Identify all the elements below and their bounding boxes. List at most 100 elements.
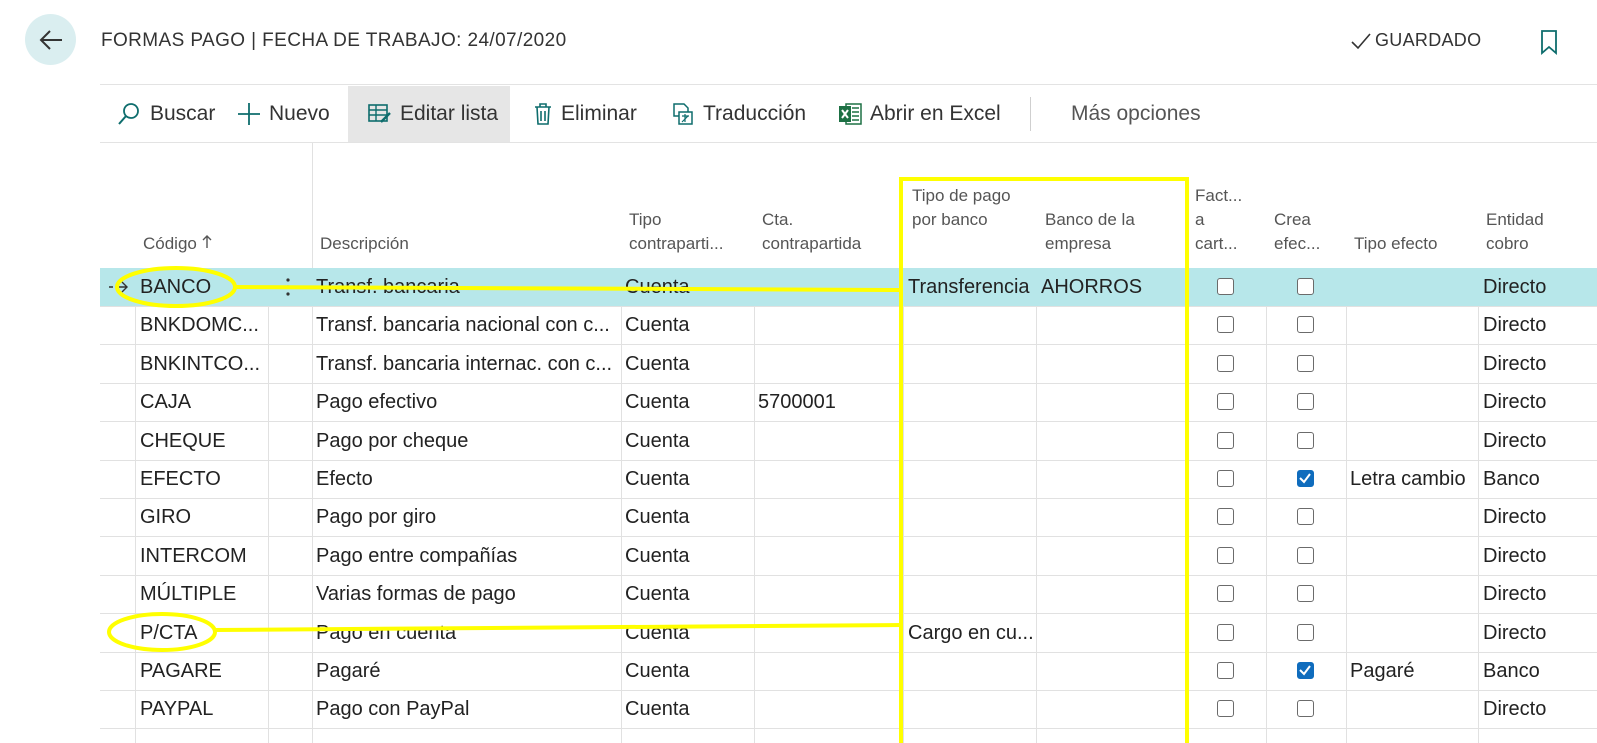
bookmark-button[interactable] <box>1540 29 1558 60</box>
crea-efectos-checkbox-checked[interactable] <box>1297 662 1314 679</box>
cell-tipo-contrapartida[interactable]: Cuenta <box>625 345 750 383</box>
cell-tipo-pago-banco[interactable] <box>908 537 1036 575</box>
cell-cta-contrapartida[interactable] <box>758 345 898 383</box>
cell-codigo[interactable]: CAJA <box>140 383 265 421</box>
cell-codigo[interactable]: PAYPAL <box>140 690 265 728</box>
cell-descripcion[interactable]: Transf. bancaria nacional con c... <box>316 306 616 344</box>
cell-entidad-cobro[interactable]: Directo <box>1483 268 1593 306</box>
cell-tipo-efecto[interactable] <box>1350 422 1475 460</box>
new-button[interactable]: Nuevo <box>237 86 330 142</box>
cell-banco-empresa[interactable] <box>1041 537 1181 575</box>
cell-entidad-cobro[interactable]: Directo <box>1483 614 1593 652</box>
crea-efectos-checkbox[interactable] <box>1297 508 1314 526</box>
cell-descripcion[interactable]: Efecto <box>316 460 616 498</box>
cell-tipo-contrapartida[interactable]: Cuenta <box>625 306 750 344</box>
cell-entidad-cobro[interactable]: Directo <box>1483 690 1593 728</box>
cell-tipo-pago-banco[interactable] <box>908 422 1036 460</box>
cell-codigo[interactable]: GIRO <box>140 498 265 536</box>
cell-banco-empresa[interactable] <box>1041 383 1181 421</box>
cell-banco-empresa[interactable] <box>1041 306 1181 344</box>
cell-tipo-pago-banco[interactable]: Cargo en cu... <box>908 614 1036 652</box>
table-row[interactable]: INTERCOM Pago entre compañías Cuenta Dir… <box>100 537 1597 576</box>
cell-banco-empresa[interactable] <box>1041 498 1181 536</box>
cell-tipo-efecto[interactable] <box>1350 614 1475 652</box>
table-row[interactable]: P/CTA Pago en cuenta Cuenta Cargo en cu.… <box>100 614 1597 653</box>
crea-efectos-checkbox[interactable] <box>1297 700 1314 718</box>
cell-tipo-pago-banco[interactable] <box>908 345 1036 383</box>
cell-tipo-efecto[interactable] <box>1350 498 1475 536</box>
fact-cartera-checkbox[interactable] <box>1217 431 1234 449</box>
fact-cartera-checkbox[interactable] <box>1217 316 1234 334</box>
cell-cta-contrapartida[interactable] <box>758 690 898 728</box>
cell-tipo-efecto[interactable] <box>1350 690 1475 728</box>
cell-descripcion[interactable]: Pago entre compañías <box>316 537 616 575</box>
search-button[interactable]: Buscar <box>116 86 215 142</box>
cell-cta-contrapartida[interactable] <box>758 614 898 652</box>
col-header-fact-cartera[interactable]: Fact... a cart... <box>1195 184 1245 256</box>
cell-tipo-contrapartida[interactable]: Cuenta <box>625 498 750 536</box>
row-actions-button[interactable] <box>278 268 298 306</box>
cell-descripcion[interactable]: Pago por giro <box>316 498 616 536</box>
cell-banco-empresa[interactable] <box>1041 614 1181 652</box>
cell-codigo[interactable]: MÚLTIPLE <box>140 575 265 613</box>
crea-efectos-checkbox-checked[interactable] <box>1297 470 1314 487</box>
cell-tipo-contrapartida[interactable]: Cuenta <box>625 690 750 728</box>
col-header-descripcion[interactable]: Descripción <box>320 232 409 256</box>
fact-cartera-checkbox[interactable] <box>1217 585 1234 603</box>
cell-descripcion[interactable]: Pago por cheque <box>316 422 616 460</box>
cell-tipo-pago-banco[interactable] <box>908 306 1036 344</box>
open-excel-button[interactable]: Abrir en Excel <box>838 86 1001 142</box>
cell-tipo-contrapartida[interactable]: Cuenta <box>625 383 750 421</box>
cell-entidad-cobro[interactable]: Directo <box>1483 575 1593 613</box>
table-row[interactable]: PAYPAL Pago con PayPal Cuenta Directo <box>100 690 1597 730</box>
cell-tipo-efecto[interactable] <box>1350 345 1475 383</box>
cell-tipo-contrapartida[interactable]: Cuenta <box>625 652 750 690</box>
cell-banco-empresa[interactable] <box>1041 422 1181 460</box>
cell-banco-empresa[interactable] <box>1041 460 1181 498</box>
cell-tipo-efecto[interactable] <box>1350 575 1475 613</box>
fact-cartera-checkbox[interactable] <box>1217 508 1234 526</box>
cell-descripcion[interactable]: Varias formas de pago <box>316 575 616 613</box>
cell-cta-contrapartida[interactable] <box>758 306 898 344</box>
table-row[interactable]: BNKINTCO... Transf. bancaria internac. c… <box>100 345 1597 384</box>
col-header-codigo[interactable]: Código <box>143 232 212 256</box>
cell-cta-contrapartida[interactable] <box>758 652 898 690</box>
cell-codigo[interactable]: BNKINTCO... <box>140 345 265 383</box>
cell-descripcion[interactable]: Pago efectivo <box>316 383 616 421</box>
fact-cartera-checkbox[interactable] <box>1217 393 1234 411</box>
cell-banco-empresa[interactable] <box>1041 345 1181 383</box>
col-header-tipo-efecto[interactable]: Tipo efecto <box>1354 232 1437 256</box>
fact-cartera-checkbox[interactable] <box>1217 546 1234 564</box>
col-header-entidad-cobro[interactable]: Entidad cobro <box>1486 208 1556 256</box>
cell-codigo[interactable]: BANCO <box>140 268 265 306</box>
cell-tipo-pago-banco[interactable] <box>908 575 1036 613</box>
cell-codigo[interactable]: BNKDOMC... <box>140 306 265 344</box>
table-row[interactable]: BNKDOMC... Transf. bancaria nacional con… <box>100 306 1597 346</box>
cell-tipo-pago-banco[interactable] <box>908 690 1036 728</box>
cell-tipo-contrapartida[interactable]: Cuenta <box>625 422 750 460</box>
table-row-selected[interactable]: BANCO Transf. bancaria Cuenta Transferen… <box>100 268 1597 307</box>
cell-entidad-cobro[interactable]: Banco <box>1483 652 1593 690</box>
cell-tipo-efecto[interactable]: Pagaré <box>1350 652 1475 690</box>
col-header-tipo-pago-banco[interactable]: Tipo de pago por banco <box>912 184 1022 232</box>
crea-efectos-checkbox[interactable] <box>1297 278 1314 295</box>
cell-banco-empresa[interactable] <box>1041 575 1181 613</box>
cell-descripcion[interactable]: Pago en cuenta <box>316 614 616 652</box>
cell-codigo[interactable]: P/CTA <box>140 614 265 652</box>
fact-cartera-checkbox[interactable] <box>1217 354 1234 372</box>
cell-tipo-pago-banco[interactable] <box>908 498 1036 536</box>
cell-cta-contrapartida[interactable] <box>758 422 898 460</box>
cell-entidad-cobro[interactable]: Directo <box>1483 422 1593 460</box>
table-row[interactable]: EFECTO Efecto Cuenta Letra cambio Banco <box>100 460 1597 499</box>
cell-cta-contrapartida[interactable] <box>758 537 898 575</box>
cell-tipo-pago-banco[interactable] <box>908 652 1036 690</box>
col-header-crea-efectos[interactable]: Crea efec... <box>1274 208 1326 256</box>
table-row[interactable]: PAGARE Pagaré Cuenta Pagaré Banco <box>100 652 1597 691</box>
cell-tipo-efecto[interactable]: Letra cambio <box>1350 460 1475 498</box>
edit-list-button[interactable]: Editar lista <box>348 86 510 142</box>
cell-tipo-efecto[interactable] <box>1350 383 1475 421</box>
table-row[interactable]: MÚLTIPLE Varias formas de pago Cuenta Di… <box>100 575 1597 615</box>
cell-tipo-efecto[interactable] <box>1350 306 1475 344</box>
cell-entidad-cobro[interactable]: Directo <box>1483 345 1593 383</box>
cell-cta-contrapartida[interactable] <box>758 268 898 306</box>
